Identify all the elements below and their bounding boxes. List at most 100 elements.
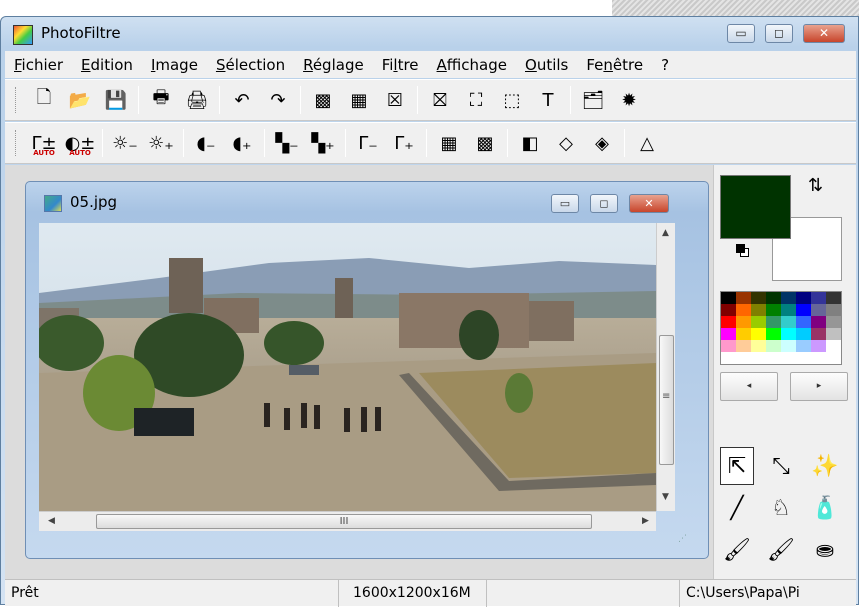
blur-drop-icon[interactable]: ◇ (548, 128, 584, 158)
mosaic-icon[interactable]: ▦ (431, 128, 467, 158)
color-swatch[interactable] (826, 292, 841, 304)
clone-stamp-icon[interactable]: ⛂ (808, 531, 842, 569)
color-swatch[interactable] (721, 304, 736, 316)
scroll-left-icon[interactable]: ◀ (43, 513, 60, 530)
color-swatch[interactable] (721, 316, 736, 328)
zoom-fit-icon[interactable]: ⛶ (458, 85, 494, 115)
transform-icon[interactable]: ⛝ (422, 85, 458, 115)
new-document-icon[interactable]: 🗋 (26, 85, 62, 115)
save-icon[interactable]: 💾 (98, 85, 134, 115)
color-swatch[interactable] (766, 304, 781, 316)
color-swatch[interactable] (736, 352, 751, 364)
color-swatch[interactable] (811, 352, 826, 364)
color-swatch[interactable] (736, 328, 751, 340)
menu-outils[interactable]: Outils (516, 56, 577, 74)
color-swatch[interactable] (826, 316, 841, 328)
color-swatch[interactable] (736, 304, 751, 316)
spray-icon[interactable]: 🧴 (808, 489, 842, 527)
color-swatch[interactable] (736, 340, 751, 352)
color-swatch[interactable] (796, 292, 811, 304)
gamma-auto-icon[interactable]: Γ± AUTO (26, 128, 62, 158)
color-swatch[interactable] (766, 352, 781, 364)
color-palette-icon[interactable]: ▦ (341, 85, 377, 115)
color-swatch[interactable] (781, 304, 796, 316)
color-swatch[interactable] (736, 292, 751, 304)
automate-icon[interactable]: ☒ (377, 85, 413, 115)
redo-icon[interactable]: ↷ (260, 85, 296, 115)
scroll-up-icon[interactable]: ▲ (657, 225, 674, 242)
color-swatch[interactable] (781, 328, 796, 340)
color-swatch[interactable] (751, 292, 766, 304)
line-icon[interactable]: ╱ (720, 489, 754, 527)
color-swatch[interactable] (736, 316, 751, 328)
scanner-icon[interactable]: 🖨 (179, 85, 215, 115)
explorer-icon[interactable]: 🗂 (575, 85, 611, 115)
stamp-icon[interactable]: ◧ (512, 128, 548, 158)
color-swatch[interactable] (751, 304, 766, 316)
undo-icon[interactable]: ↶ (224, 85, 260, 115)
doc-close-button[interactable]: ✕ (629, 194, 669, 213)
brightness-minus-icon[interactable]: ☼₋ (107, 128, 143, 158)
vertical-scrollbar[interactable]: ▲ ≡ ▼ (656, 223, 675, 511)
menu-sélection[interactable]: Sélection (207, 56, 294, 74)
print-icon[interactable]: 🖶 (143, 85, 179, 115)
reset-colors-icon[interactable] (736, 244, 749, 257)
color-swatch[interactable] (721, 352, 736, 364)
color-swatch[interactable] (766, 340, 781, 352)
color-swatch[interactable] (826, 328, 841, 340)
close-button[interactable]: ✕ (803, 24, 845, 43)
saturation-minus-icon[interactable]: ▚₋ (269, 128, 305, 158)
color-swatch[interactable] (781, 352, 796, 364)
contrast-plus-icon[interactable]: ◖₊ (224, 128, 260, 158)
horizontal-scroll-thumb[interactable]: III (96, 514, 592, 529)
color-swatch[interactable] (796, 340, 811, 352)
photo-canvas[interactable] (39, 223, 656, 511)
color-swatch[interactable] (811, 316, 826, 328)
contrast-auto-icon[interactable]: ◐± AUTO (62, 128, 98, 158)
minimize-button[interactable]: ▭ (727, 24, 755, 43)
color-swatch[interactable] (766, 292, 781, 304)
selection-arrow-icon[interactable]: ⇱ (720, 447, 754, 485)
color-swatch[interactable] (766, 328, 781, 340)
menu-filtre[interactable]: Filtre (373, 56, 428, 74)
color-swatch[interactable] (811, 304, 826, 316)
color-swatch[interactable] (721, 340, 736, 352)
toolbar-grip[interactable] (15, 87, 18, 113)
palette-prev-button[interactable]: ◂ (720, 372, 778, 401)
color-swatch[interactable] (796, 328, 811, 340)
text-icon[interactable]: T (530, 85, 566, 115)
color-swatch[interactable] (781, 340, 796, 352)
color-swatch[interactable] (796, 316, 811, 328)
scroll-down-icon[interactable]: ▼ (657, 489, 674, 506)
gamma-minus-icon[interactable]: Γ₋ (350, 128, 386, 158)
brightness-plus-icon[interactable]: ☼₊ (143, 128, 179, 158)
menu-fichier[interactable]: Fichier (5, 56, 72, 74)
color-swatch[interactable] (751, 340, 766, 352)
sharpen-drop-icon[interactable]: ◈ (584, 128, 620, 158)
color-swatch[interactable] (811, 292, 826, 304)
toolbar-grip[interactable] (15, 130, 18, 156)
color-swatch[interactable] (721, 292, 736, 304)
title-bar[interactable]: PhotoFiltre ▭ ◻ ✕ (1, 17, 858, 51)
color-swatch[interactable] (826, 340, 841, 352)
menu-edition[interactable]: Edition (72, 56, 142, 74)
color-swatch[interactable] (781, 292, 796, 304)
saturation-plus-icon[interactable]: ▚₊ (305, 128, 341, 158)
color-swatch[interactable] (796, 352, 811, 364)
color-swatch[interactable] (811, 328, 826, 340)
brush-icon[interactable]: 🖌 (720, 531, 754, 569)
maximize-button[interactable]: ◻ (765, 24, 793, 43)
color-swatch[interactable] (811, 340, 826, 352)
color-swatch[interactable] (751, 328, 766, 340)
color-picker-icon[interactable]: ⤡ (764, 447, 798, 485)
document-window[interactable]: 05.jpg ▭ ◻ ✕ ▲ ≡ ▼ ◀ III ▶ ⋰ (25, 181, 709, 559)
color-swatch[interactable] (721, 328, 736, 340)
advanced-brush-icon[interactable]: 🖌 (764, 531, 798, 569)
palette-next-button[interactable]: ▸ (790, 372, 848, 401)
open-folder-icon[interactable]: 📂 (62, 85, 98, 115)
fill-bucket-icon[interactable]: ♘ (764, 489, 798, 527)
resize-grip-icon[interactable]: ⋰ (678, 534, 687, 544)
color-swatch[interactable] (796, 304, 811, 316)
menu-réglage[interactable]: Réglage (294, 56, 373, 74)
menu-image[interactable]: Image (142, 56, 207, 74)
